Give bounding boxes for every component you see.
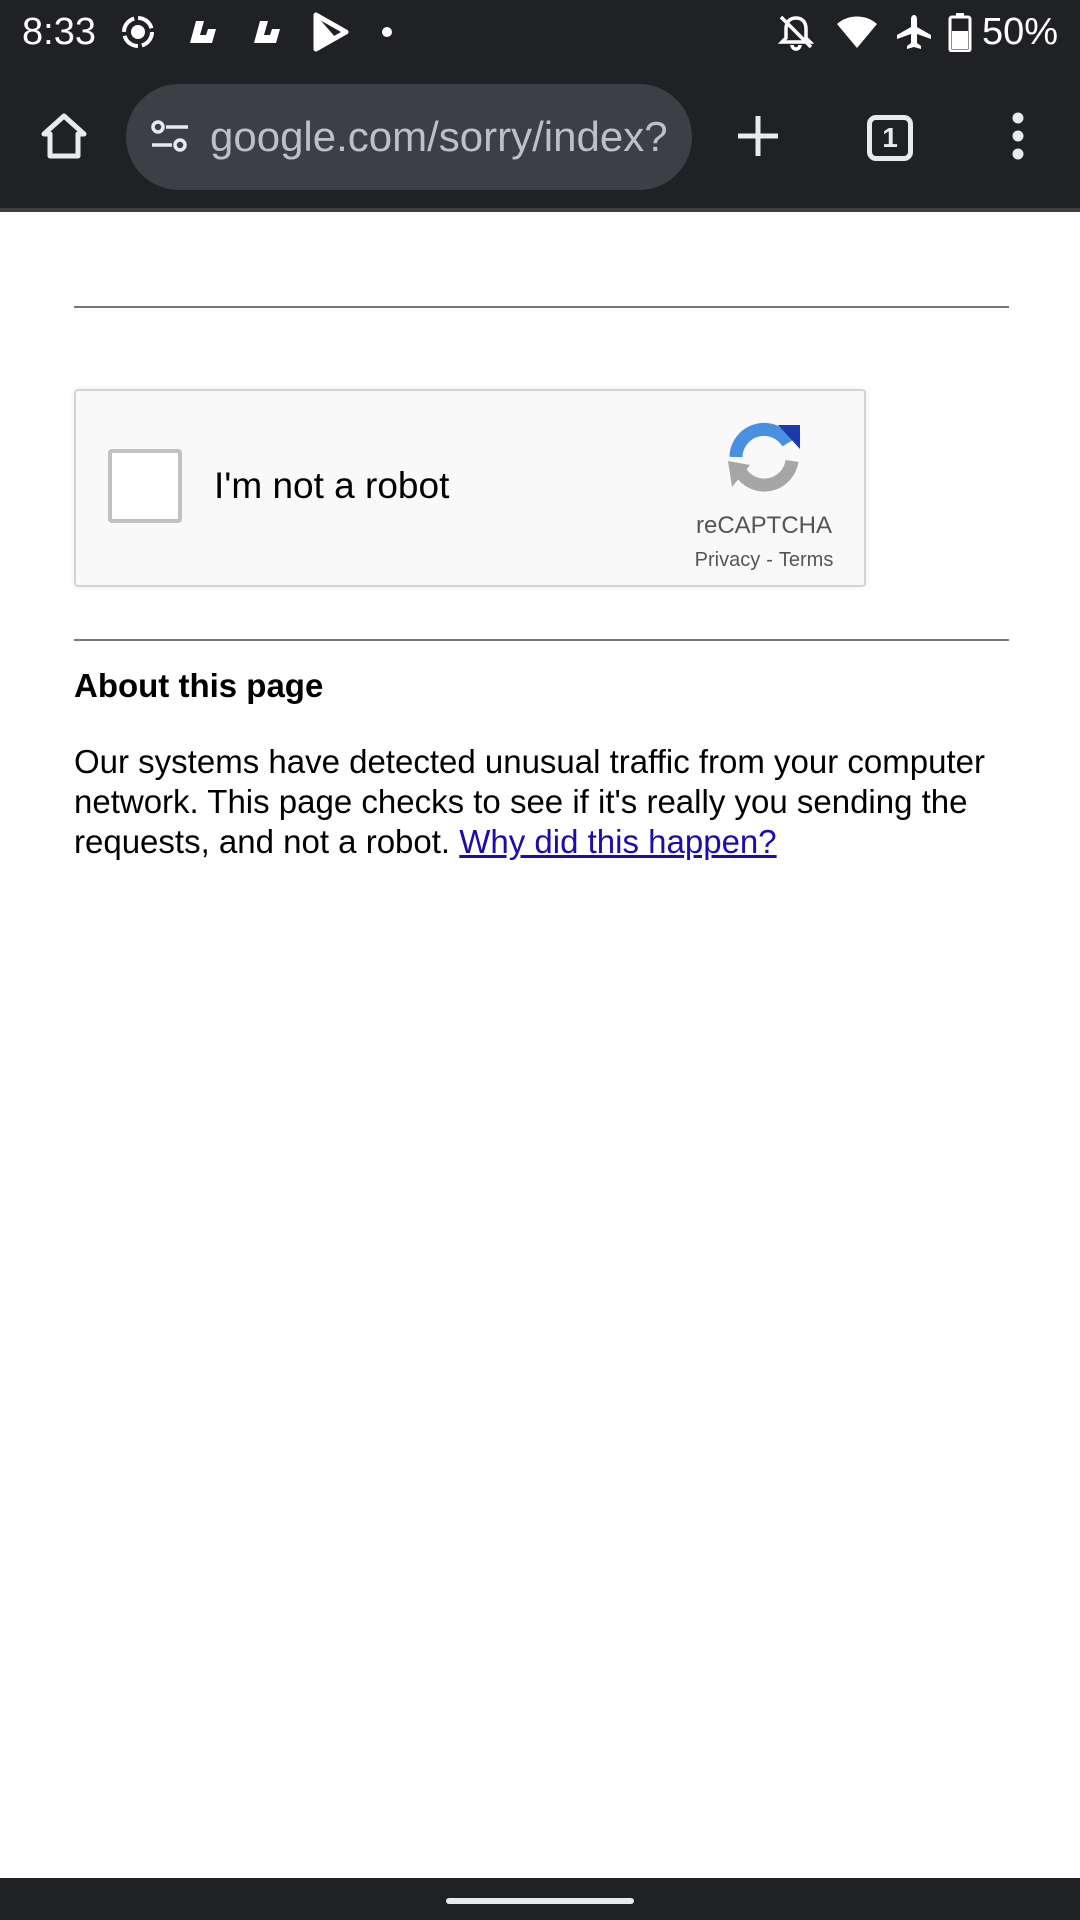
why-did-this-happen-link[interactable]: Why did this happen?	[459, 823, 776, 860]
page-content: I'm not a robot reCAPTCHA Privacy - Terms …	[0, 212, 1080, 1878]
new-tab-button[interactable]	[722, 102, 794, 174]
wifi-icon	[836, 14, 878, 50]
navigation-bar	[0, 1878, 1080, 1920]
status-notification-icons	[118, 10, 394, 54]
privacy-link[interactable]: Privacy	[695, 549, 761, 571]
notification-app-icon	[186, 15, 220, 49]
home-icon	[38, 110, 90, 167]
recaptcha-links: Privacy - Terms	[664, 547, 864, 573]
tab-count: 1	[867, 115, 913, 161]
status-time: 8:33	[22, 11, 96, 53]
notifications-off-icon	[776, 12, 816, 52]
battery-percent: 50%	[981, 11, 1058, 53]
url-text[interactable]: google.com/sorry/index?	[210, 108, 680, 166]
record-icon	[118, 12, 158, 52]
plus-icon	[734, 112, 782, 165]
terms-link[interactable]: Terms	[779, 549, 833, 571]
browser-toolbar: google.com/sorry/index? 1	[0, 64, 1080, 210]
home-button[interactable]	[28, 102, 100, 174]
recaptcha-brand: reCAPTCHA	[695, 512, 833, 539]
links-separator: -	[766, 549, 773, 571]
more-vertical-icon	[1008, 110, 1028, 167]
tab-switcher-button[interactable]: 1	[854, 102, 926, 174]
about-text: Our systems have detected unusual traffi…	[74, 742, 1014, 862]
battery-icon	[948, 12, 972, 52]
menu-button[interactable]	[982, 102, 1054, 174]
recaptcha-widget: I'm not a robot reCAPTCHA Privacy - Terms	[74, 389, 866, 587]
status-bar: 8:33 50%	[0, 0, 1080, 64]
divider	[74, 639, 1009, 641]
address-bar[interactable]: google.com/sorry/index?	[126, 84, 692, 190]
tune-icon[interactable]	[146, 113, 194, 161]
notification-app-icon	[250, 15, 284, 49]
recaptcha-label[interactable]: I'm not a robot	[214, 461, 449, 511]
recaptcha-checkbox[interactable]	[108, 449, 182, 523]
dot-icon	[380, 25, 394, 39]
airplane-mode-icon	[894, 12, 934, 52]
play-store-icon	[312, 12, 350, 52]
divider	[74, 306, 1009, 308]
about-heading: About this page	[74, 667, 324, 704]
recaptcha-logo-icon	[724, 417, 804, 497]
gesture-handle[interactable]	[446, 1898, 634, 1904]
status-system-icons: 50%	[776, 8, 1058, 56]
